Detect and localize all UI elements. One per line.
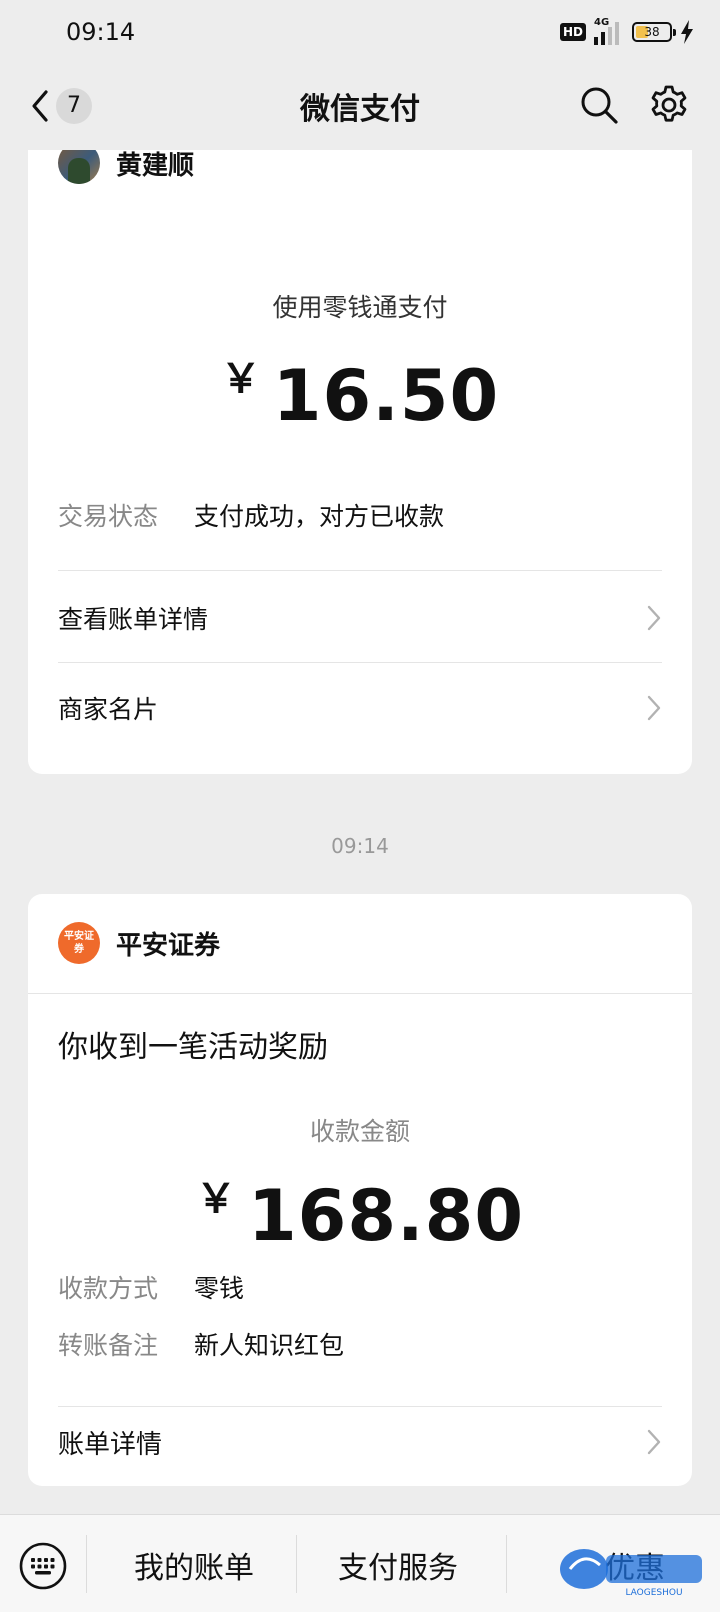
receive-method-row: 收款方式 零钱 bbox=[58, 1269, 244, 1305]
menu-separator bbox=[296, 1535, 297, 1593]
payment-amount: ￥ 16.50 bbox=[28, 346, 692, 437]
bill-details-link[interactable]: 账单详情 bbox=[58, 1412, 662, 1472]
battery-level: 38 bbox=[644, 25, 660, 39]
keyboard-icon[interactable] bbox=[18, 1541, 68, 1591]
my-bills-menu[interactable]: 我的账单 bbox=[96, 1543, 292, 1587]
amount-value: 168.80 bbox=[247, 1175, 525, 1257]
amount-label: 收款金额 bbox=[309, 1117, 410, 1146]
menu-separator bbox=[506, 1535, 507, 1593]
payment-card[interactable]: 黄建顺 使用零钱通支付 ￥ 16.50 交易状态 支付成功，对方已收款 查看账单详… bbox=[28, 150, 692, 774]
status-value: 支付成功，对方已收款 bbox=[194, 502, 445, 531]
transfer-note-row: 转账备注 新人知识红包 bbox=[58, 1326, 344, 1362]
currency-symbol: ￥ bbox=[195, 1176, 236, 1222]
transaction-status-row: 交易状态 支付成功，对方已收款 bbox=[58, 497, 444, 533]
bottom-menu-bar: 我的账单 支付服务 优惠 LAOGESHOU bbox=[0, 1514, 720, 1612]
reward-headline: 你收到一笔活动奖励 bbox=[58, 1030, 328, 1065]
watermark-text: LAOGESHOU bbox=[625, 1588, 682, 1598]
status-bar: 09:14 HD 4G 38 bbox=[0, 0, 720, 64]
hd-badge: HD bbox=[559, 23, 586, 41]
chevron-right-icon bbox=[647, 695, 661, 721]
charging-icon bbox=[681, 20, 693, 44]
payment-services-menu[interactable]: 支付服务 bbox=[300, 1543, 496, 1587]
divider bbox=[58, 570, 662, 571]
network-type: 4G bbox=[594, 17, 610, 28]
merchant-avatar bbox=[58, 150, 100, 184]
search-icon[interactable] bbox=[578, 84, 620, 126]
received-amount: ￥ 168.80 bbox=[28, 1166, 692, 1257]
gear-icon[interactable] bbox=[648, 84, 690, 126]
nav-bar: 7 微信支付 bbox=[0, 64, 720, 150]
row-key: 转账备注 bbox=[58, 1331, 159, 1360]
merchant-card-link[interactable]: 商家名片 bbox=[58, 678, 662, 738]
chevron-right-icon bbox=[647, 605, 661, 631]
status-time: 09:14 bbox=[66, 18, 136, 46]
link-label: 商家名片 bbox=[58, 695, 159, 724]
status-icons: HD 4G 38 bbox=[559, 16, 694, 48]
divider bbox=[58, 1406, 662, 1407]
divider bbox=[58, 662, 662, 663]
divider bbox=[28, 993, 692, 994]
battery-icon: 38 bbox=[632, 22, 676, 42]
message-timestamp: 09:14 bbox=[331, 834, 389, 858]
signal-icon: 4G bbox=[594, 17, 624, 45]
menu-separator bbox=[86, 1535, 87, 1593]
watermark-logo: LAOGESHOU bbox=[560, 1549, 702, 1598]
merchant-name: 黄建顺 bbox=[116, 150, 195, 181]
pingan-logo: 平安证券 bbox=[58, 922, 100, 964]
amount-value: 16.50 bbox=[272, 355, 500, 437]
payment-method-label: 使用零钱通支付 bbox=[272, 293, 448, 322]
view-bill-details-link[interactable]: 查看账单详情 bbox=[58, 588, 662, 648]
screen: 09:14 HD 4G 38 7 微信支付 黄建顺 使用零钱通支付 ￥ 16.5… bbox=[0, 0, 720, 1612]
link-label: 账单详情 bbox=[58, 1429, 163, 1460]
merchant-header[interactable]: 黄建顺 bbox=[58, 150, 194, 184]
merchant-name: 平安证券 bbox=[116, 930, 221, 961]
row-value: 新人知识红包 bbox=[194, 1331, 345, 1360]
status-key: 交易状态 bbox=[58, 502, 159, 531]
logo-text: 平安证券 bbox=[64, 931, 94, 955]
reward-card[interactable]: 平安证券 平安证券 你收到一笔活动奖励 收款金额 ￥ 168.80 收款方式 零钱… bbox=[28, 894, 692, 1486]
row-key: 收款方式 bbox=[58, 1274, 159, 1303]
merchant-header[interactable]: 平安证券 平安证券 bbox=[58, 922, 220, 964]
currency-symbol: ￥ bbox=[220, 356, 261, 402]
row-value: 零钱 bbox=[194, 1274, 245, 1303]
chevron-right-icon bbox=[647, 1429, 661, 1455]
link-label: 查看账单详情 bbox=[58, 605, 209, 634]
